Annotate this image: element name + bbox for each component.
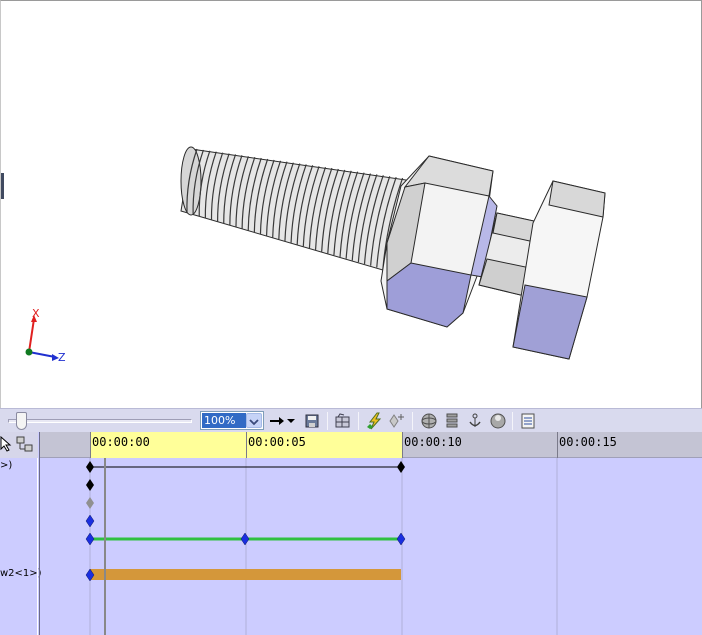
zoom-combobox[interactable] (200, 411, 264, 430)
timeline-tracks-canvas[interactable] (40, 458, 702, 635)
time-ruler[interactable]: 00:00:00 00:00:05 00:00:10 00:00:15 (40, 432, 702, 458)
triad-axes (25, 315, 59, 361)
zoom-input[interactable] (202, 413, 246, 428)
track-label-assembly[interactable]: >) (0, 460, 12, 471)
key-diamond[interactable] (86, 479, 94, 491)
feature-tree-panel: >) w2<1>) (0, 432, 42, 635)
zoom-dropdown-button[interactable] (246, 413, 262, 428)
coordinate-triad: X Z (15, 307, 75, 367)
tree-filter-icon[interactable] (16, 436, 34, 456)
save-icon[interactable] (301, 411, 323, 431)
ruler-label: 00:00:15 (559, 435, 617, 449)
chevron-down-icon (249, 419, 259, 426)
key-diamond[interactable] (397, 461, 405, 473)
toolbar-separator (512, 412, 513, 430)
motion-timeline[interactable]: >) w2<1>) 00:00:00 00:00:05 00:00:10 00:… (0, 432, 702, 635)
track-label-component[interactable]: w2<1>) (0, 568, 42, 579)
key-diamond[interactable] (85, 514, 95, 528)
anchor-icon[interactable] (464, 411, 486, 431)
add-key-icon[interactable] (386, 411, 408, 431)
ruler-tick (557, 432, 558, 458)
ruler-label: 00:00:05 (248, 435, 306, 449)
x-axis-line (28, 318, 35, 353)
ruler-tick (90, 432, 91, 458)
z-axis-label: Z (58, 351, 66, 364)
lightning-key-icon[interactable] (364, 411, 386, 431)
key-diamond[interactable] (85, 532, 95, 546)
key-diamond[interactable] (396, 532, 406, 546)
select-cursor-icon[interactable] (0, 435, 12, 456)
sphere-icon[interactable] (418, 411, 440, 431)
animation-toolbar (0, 408, 702, 432)
toolbar-separator (327, 412, 328, 430)
key-diamond[interactable] (86, 497, 94, 509)
bolt-shaft (180, 146, 414, 274)
key-diamond[interactable] (86, 461, 94, 473)
timeline-zoom-slider[interactable] (8, 419, 192, 423)
z-axis-line (28, 351, 56, 358)
tree-header (0, 432, 38, 458)
x-axis-label: X (32, 307, 40, 320)
component-span-bar[interactable] (90, 569, 401, 580)
globe-icon[interactable] (487, 411, 509, 431)
triad-origin (25, 348, 33, 356)
ruler-tick (246, 432, 247, 458)
timeline-zoom-thumb[interactable] (16, 412, 27, 430)
bolt-nut-washer-model[interactable] (1, 1, 701, 409)
key-diamond[interactable] (240, 532, 250, 546)
grid-icon[interactable] (332, 411, 354, 431)
timeline-tracks[interactable] (40, 458, 702, 635)
list-stack-icon[interactable] (441, 411, 463, 431)
toolbar-separator (358, 412, 359, 430)
dropdown-arrow-icon[interactable] (284, 411, 298, 431)
properties-icon[interactable] (517, 411, 539, 431)
ruler-label: 00:00:10 (404, 435, 462, 449)
graphics-viewport[interactable]: X Z (0, 0, 702, 410)
ruler-label: 00:00:00 (92, 435, 150, 449)
toolbar-separator (412, 412, 413, 430)
hex-nut (512, 180, 606, 360)
ruler-tick (402, 432, 403, 458)
